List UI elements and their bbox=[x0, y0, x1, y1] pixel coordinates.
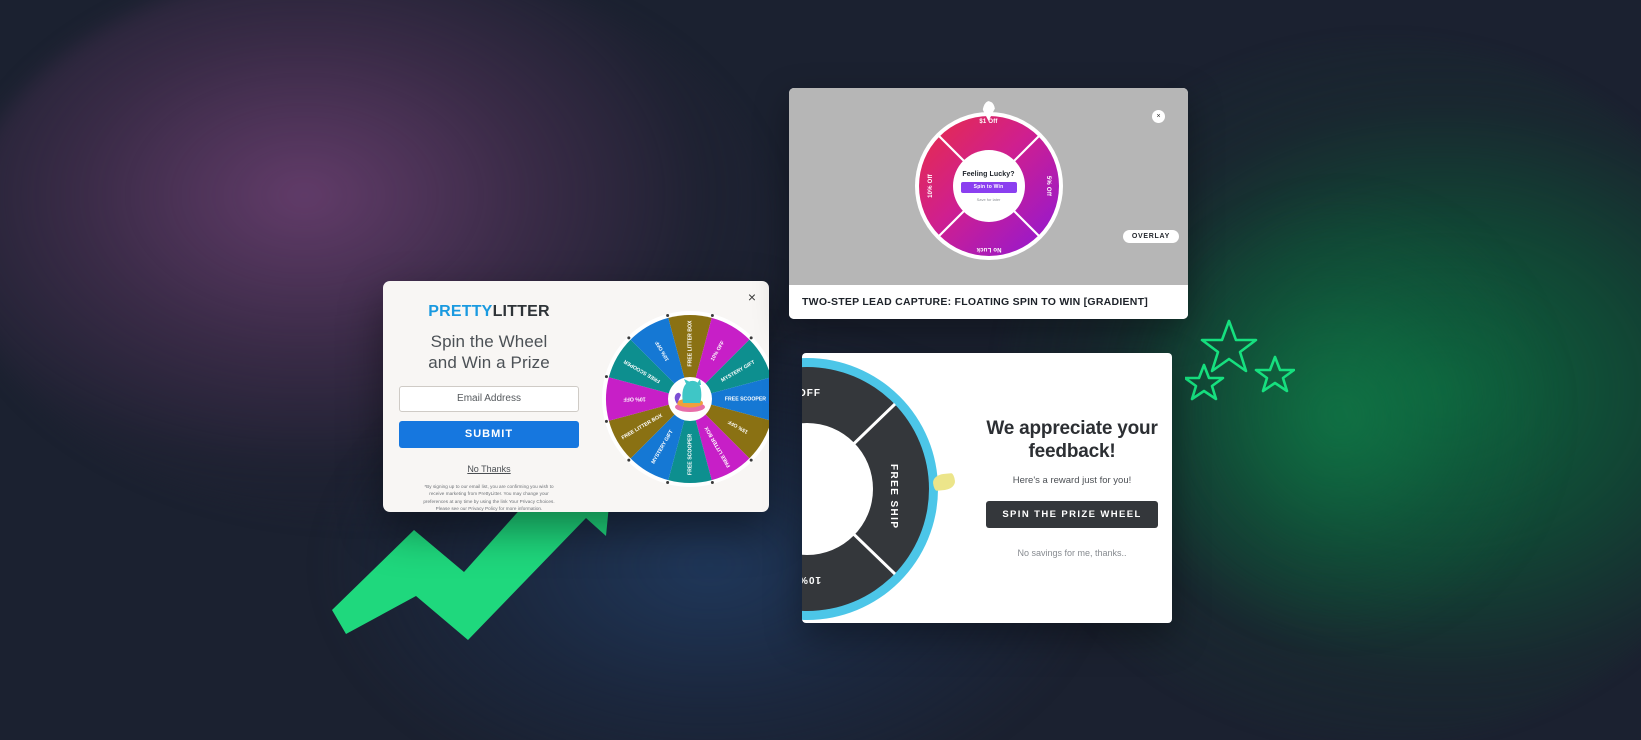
prettylitter-logo: PRETTYLITTER bbox=[399, 303, 579, 321]
submit-button[interactable]: SUBMIT bbox=[399, 420, 579, 448]
page-title: Spin the Wheel and Win a Prize bbox=[399, 331, 579, 374]
overlay-card-title: TWO-STEP LEAD CAPTURE: FLOATING SPIN TO … bbox=[802, 296, 1148, 308]
wheel-rim-dot bbox=[604, 419, 608, 423]
wheel-segment-label: FREE SCOOPER bbox=[687, 434, 693, 475]
feedback-prize-wheel[interactable]: OFF FREE SHIP 10% bbox=[802, 356, 940, 622]
wheel-pointer bbox=[763, 394, 769, 404]
feedback-heading-line-2: feedback! bbox=[1028, 441, 1116, 462]
feedback-modal: OFF FREE SHIP 10% We appreciate your fee… bbox=[802, 353, 1172, 623]
spin-to-win-button[interactable]: Spin to Win bbox=[960, 181, 1017, 193]
prettylitter-form-column: PRETTYLITTER Spin the Wheel and Win a Pr… bbox=[383, 281, 595, 512]
page-title: We appreciate your feedback! bbox=[986, 418, 1158, 464]
wheel-rim-dot bbox=[666, 313, 670, 317]
heading-line-1: Spin the Wheel bbox=[430, 332, 548, 351]
legal-line-2: receive marketing from PrettyLitter. You… bbox=[429, 491, 549, 497]
overlay-preview-area: × $1 Off 5% Off No Luck 10% Off Feeling … bbox=[789, 88, 1188, 285]
heading-line-2: and Win a Prize bbox=[428, 353, 550, 373]
green-glow-secondary bbox=[1131, 200, 1551, 630]
wheel-pointer-icon bbox=[932, 472, 956, 492]
segment-label-5-percent-off: 5% Off bbox=[1045, 175, 1052, 197]
overlay-preview-card[interactable]: × $1 Off 5% Off No Luck 10% Off Feeling … bbox=[789, 88, 1188, 319]
logo-litter-text: LITTER bbox=[492, 303, 550, 320]
spin-the-prize-wheel-button[interactable]: SPIN THE PRIZE WHEEL bbox=[986, 500, 1158, 528]
segment-label-free-ship: FREE SHIP bbox=[888, 464, 899, 530]
segment-label-10-percent: 10% bbox=[802, 574, 822, 585]
screenshot-stage: × PRETTYLITTER Spin the Wheel and Win a … bbox=[0, 0, 1641, 740]
prettylitter-modal: × PRETTYLITTER Spin the Wheel and Win a … bbox=[383, 281, 769, 512]
feedback-heading-line-1: We appreciate your bbox=[986, 418, 1158, 440]
green-stars bbox=[1185, 319, 1295, 401]
wheel-rim-dot bbox=[710, 313, 714, 317]
wheel-center-panel: Feeling Lucky? Spin to Win Save for late… bbox=[953, 151, 1024, 221]
wheel-rim-dot bbox=[710, 481, 714, 485]
decline-link[interactable]: No savings for me, thanks.. bbox=[1017, 548, 1126, 558]
wheel-rim-dot bbox=[604, 375, 608, 379]
wheel-segment-label: FREE LITTER BOX bbox=[687, 320, 693, 367]
wheel-segment-label: 10% OFF bbox=[623, 396, 645, 402]
prettylitter-prize-wheel[interactable]: FREE LITTER BOX 10% OFF MYSTERY GIFT FREE S… bbox=[599, 308, 769, 490]
gradient-spin-wheel[interactable]: $1 Off 5% Off No Luck 10% Off Feeling Lu… bbox=[913, 101, 1065, 262]
legal-line-3: preferences at any time by using the lin… bbox=[423, 498, 555, 504]
wheel-rim-dot bbox=[666, 481, 670, 485]
wheel-rim-dot bbox=[749, 336, 753, 340]
save-for-later-link[interactable]: Save for later bbox=[977, 197, 1001, 202]
email-field[interactable] bbox=[399, 385, 579, 412]
feedback-subtitle: Here's a reward just for you! bbox=[1012, 474, 1132, 486]
legal-line-4: Please see our Privacy Policy for more i… bbox=[435, 506, 543, 512]
feedback-content-column: We appreciate your feedback! Here's a re… bbox=[972, 353, 1172, 623]
feeling-lucky-title: Feeling Lucky? bbox=[962, 170, 1015, 178]
wheel-rim-dot bbox=[749, 458, 753, 462]
status-badge: OVERLAY bbox=[1122, 230, 1179, 243]
segment-label-1-off: $1 Off bbox=[979, 119, 998, 125]
wheel-rim-dot bbox=[627, 458, 631, 462]
wheel-segment-label: FREE SCOOPER bbox=[725, 396, 766, 402]
segment-label-10-percent-off: 10% Off bbox=[927, 174, 934, 198]
close-icon[interactable]: × bbox=[1152, 110, 1165, 123]
close-icon[interactable]: × bbox=[744, 289, 760, 305]
wheel-rim-dot bbox=[627, 336, 631, 340]
logo-pretty-text: PRETTY bbox=[428, 303, 493, 320]
segment-label-off: OFF bbox=[802, 388, 821, 399]
no-thanks-link[interactable]: No Thanks bbox=[399, 464, 579, 474]
legal-disclaimer: *By signing up to our email list, you ar… bbox=[399, 483, 579, 512]
segment-label-no-luck: No Luck bbox=[975, 246, 1002, 252]
legal-line-1: *By signing up to our email list, you ar… bbox=[424, 483, 554, 489]
feedback-wheel-svg[interactable] bbox=[802, 356, 940, 622]
prize-wheel-svg[interactable]: FREE LITTER BOX 10% OFFMYSTERY GIFTFREE S… bbox=[599, 308, 769, 490]
overlay-card-titlebar: TWO-STEP LEAD CAPTURE: FLOATING SPIN TO … bbox=[789, 285, 1188, 319]
